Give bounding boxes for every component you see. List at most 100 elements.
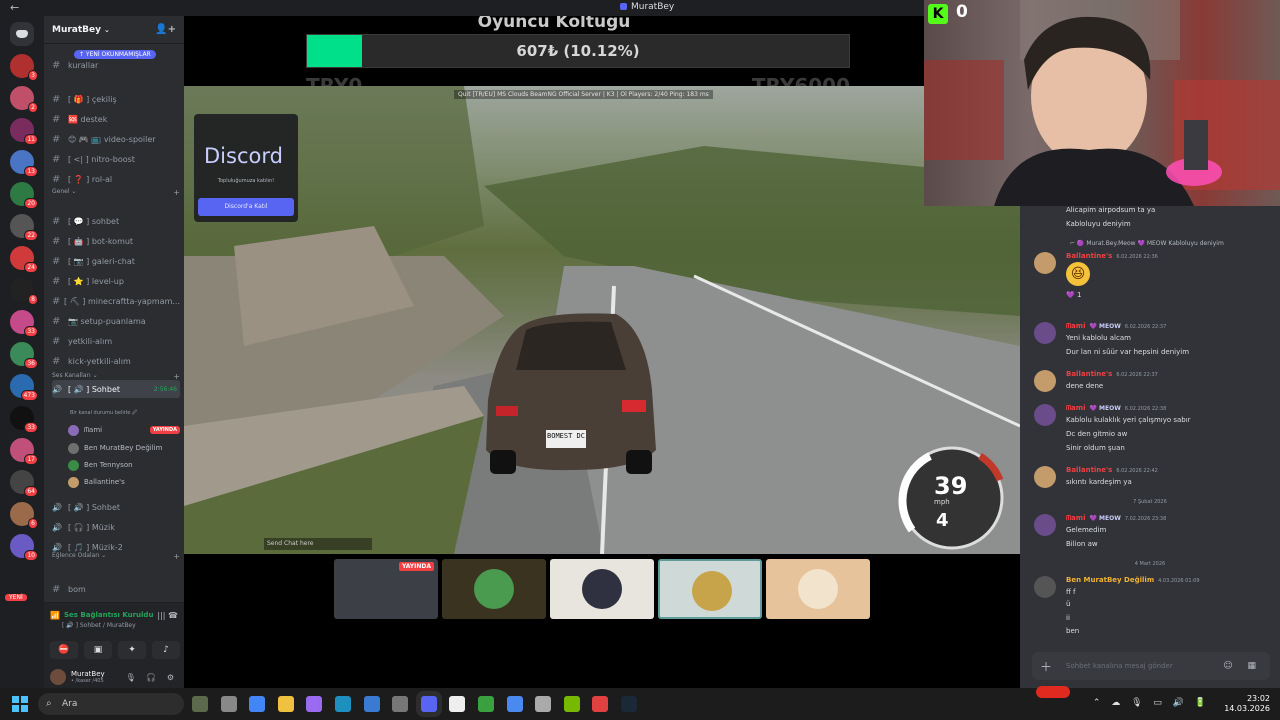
settings-icon[interactable] (535, 696, 552, 712)
server-icon[interactable]: 33 (10, 406, 38, 433)
text-channel[interactable]: # [ 💬 ] sohbet (52, 212, 180, 230)
avatar[interactable] (1034, 466, 1056, 488)
text-channel[interactable]: # [ 🎁 ] çekiliş (52, 90, 180, 108)
participant-tile[interactable] (766, 559, 870, 619)
channel-status-prompt[interactable]: Bir kanal durumu belirle 🖉 (70, 410, 137, 418)
text-channel[interactable]: # 📷 setup-puanlama (52, 312, 180, 330)
text-channel[interactable]: #[ ⛏ ] minecraftta-yapmam... (52, 292, 180, 310)
text-channel[interactable]: # [ 📷 ] galeri-chat (52, 252, 180, 270)
emoji-and-apps-icons[interactable]: ☺ ▦ (1223, 661, 1262, 671)
message-author[interactable]: Ballantine's 6.02.2026 22:37 (1066, 370, 1158, 378)
message-author[interactable]: Ballantine's 6.02.2026 22:36 (1066, 252, 1158, 260)
text-channel[interactable]: # [ 🤖 ] bot-komut (52, 232, 180, 250)
message-author[interactable]: ᗰami 💜 MEOW 7.02.2026 23:38 (1066, 514, 1166, 523)
system-tray-icons[interactable]: ⌃ ☁ 🎙 ▭ 🔊 🔋 (1093, 698, 1210, 708)
widgets-icon[interactable] (192, 696, 208, 712)
screen-share-button[interactable]: ▣ (84, 641, 112, 659)
text-channel[interactable]: # kick-yetkili-alım (52, 352, 180, 370)
voice-user[interactable]: Ben Tennyson (68, 457, 180, 473)
add-user-icon[interactable]: 👤+ (155, 24, 176, 35)
store-icon[interactable] (363, 696, 380, 712)
avatar[interactable] (1034, 322, 1056, 344)
task-view-icon[interactable] (220, 696, 237, 712)
server-icon[interactable]: 3 (10, 54, 38, 81)
server-header[interactable]: MuratBey ⌄ 👤+ (44, 16, 184, 44)
participant-tile-speaking[interactable] (658, 559, 762, 619)
windows-start-icon[interactable] (12, 696, 28, 712)
server-icon[interactable]: 6 (10, 502, 38, 529)
attach-plus-icon[interactable]: ＋ (1040, 658, 1052, 675)
server-icon[interactable]: 473 (10, 374, 38, 401)
chrome-profile-icon[interactable] (592, 696, 609, 712)
noise-and-disconnect-icons[interactable]: ||| ☎ (157, 611, 178, 620)
server-icon[interactable]: 20 (10, 182, 38, 209)
participant-tile-stream[interactable]: YAYINDA (334, 559, 438, 619)
capcut-icon[interactable] (449, 696, 466, 712)
discord-home-icon[interactable] (10, 22, 34, 46)
text-channel[interactable]: # [ ⭐ ] level-up (52, 272, 180, 290)
voice-user[interactable]: Ballantine's (68, 474, 180, 490)
message-author[interactable]: Ben MuratBey Değilim 4.03.2026 01:09 (1066, 576, 1200, 584)
server-icon[interactable]: 8 (10, 278, 38, 305)
unread-messages-pill[interactable]: ↑ YENİ OKUNMAMIŞLAR (74, 50, 156, 59)
server-icon[interactable]: 13 (10, 150, 38, 177)
camera-off-button[interactable]: ⛔ (50, 641, 78, 659)
avatar[interactable] (1034, 252, 1056, 274)
text-channel[interactable]: # [ <| ] nitro-boost (52, 150, 180, 168)
add-channel-icon[interactable]: + (173, 188, 180, 197)
server-icon[interactable]: 36 (10, 342, 38, 369)
mic-headset-settings-icons[interactable]: 🎙 🎧 ⚙ (126, 673, 178, 682)
server-icon[interactable]: 2 (10, 86, 38, 113)
server-icon[interactable]: 64 (10, 470, 38, 497)
avatar[interactable] (1034, 576, 1056, 598)
message-author[interactable]: ᗰami 💜 MEOW 6.02.2026 22:38 (1066, 404, 1166, 413)
participant-tile[interactable] (550, 559, 654, 619)
text-channel[interactable]: # bom (52, 580, 180, 598)
avatar[interactable] (1034, 404, 1056, 426)
text-channel[interactable]: # [ ❓ ] rol-al (52, 170, 180, 188)
taskbar-search-input[interactable]: ⌕ Ara (38, 693, 184, 715)
file-explorer-icon[interactable] (277, 696, 294, 712)
message-author[interactable]: ᗰami 💜 MEOW 6.02.2026 22:37 (1066, 322, 1166, 331)
message-author[interactable]: Ballantine's 6.02.2026 22:42 (1066, 466, 1158, 474)
server-icon[interactable]: 10 (10, 534, 38, 561)
voice-user[interactable]: ᗰami YAYINDA (68, 422, 180, 438)
avatar[interactable] (50, 669, 66, 685)
soundboard-button[interactable]: ♪ (152, 641, 180, 659)
stream-view[interactable]: Oyuncu Koltuğu 607₺ (10.12%) TRY0 TRY600… (184, 16, 1020, 688)
minecraft-icon[interactable] (478, 696, 494, 712)
category-genel[interactable]: Genel ⌄ + (52, 188, 180, 197)
add-channel-icon[interactable]: + (173, 552, 180, 561)
copilot-icon[interactable] (306, 696, 323, 712)
activities-button[interactable]: ✦ (118, 641, 146, 659)
voice-connected-status[interactable]: Ses Bağlantısı Kuruldu (64, 611, 153, 619)
voice-channel-sohbet-active[interactable]: 🔊 [ 🔊 ] Sohbet 2:56:46 (52, 380, 180, 398)
reply-reference[interactable]: ⌐ 🟣 Murat.Bey.Meow 💜 MEOW Kabloluyu deni… (1070, 240, 1224, 247)
xbox-icon[interactable] (392, 696, 409, 712)
server-icon[interactable]: 24 (10, 246, 38, 273)
category-fun[interactable]: Eğlence Odaları ⌄ + (52, 552, 180, 561)
server-icon[interactable]: 11 (10, 118, 38, 145)
taskbar-clock[interactable]: 23:02 14.03.2026 (1224, 694, 1270, 714)
avatar[interactable] (1034, 370, 1056, 392)
steam-icon[interactable] (621, 696, 637, 712)
text-channel[interactable]: # yetkili-alım (52, 332, 180, 350)
reaction-chip[interactable]: 💜 1 (1066, 291, 1081, 299)
discord-icon[interactable] (420, 696, 437, 712)
server-icon[interactable]: 22 (10, 214, 38, 241)
chrome-icon[interactable] (249, 696, 266, 712)
nvidia-icon[interactable] (563, 696, 580, 712)
edge-icon[interactable] (335, 696, 351, 712)
text-channel[interactable]: # 🆘 destek (52, 110, 180, 128)
server-icon[interactable]: 33 (10, 310, 38, 337)
avatar[interactable] (1034, 514, 1056, 536)
server-icon[interactable]: 17 (10, 438, 38, 465)
message-input[interactable]: ＋ Sohbet kanalına mesaj gönder ☺ ▦ (1032, 652, 1270, 680)
voice-user[interactable]: Ben MuratBey Değilim (68, 440, 180, 456)
participant-tile[interactable] (442, 559, 546, 619)
back-arrow-icon[interactable]: ← (10, 1, 19, 14)
app-icon[interactable] (506, 696, 523, 712)
voice-channel[interactable]: 🔊 [ 🔊 ] Sohbet (52, 498, 180, 516)
text-channel[interactable]: # 😊 🎮 📺 video-spoiler (52, 130, 180, 148)
voice-channel[interactable]: 🔊 [ 🎧 ] Müzik (52, 518, 180, 536)
